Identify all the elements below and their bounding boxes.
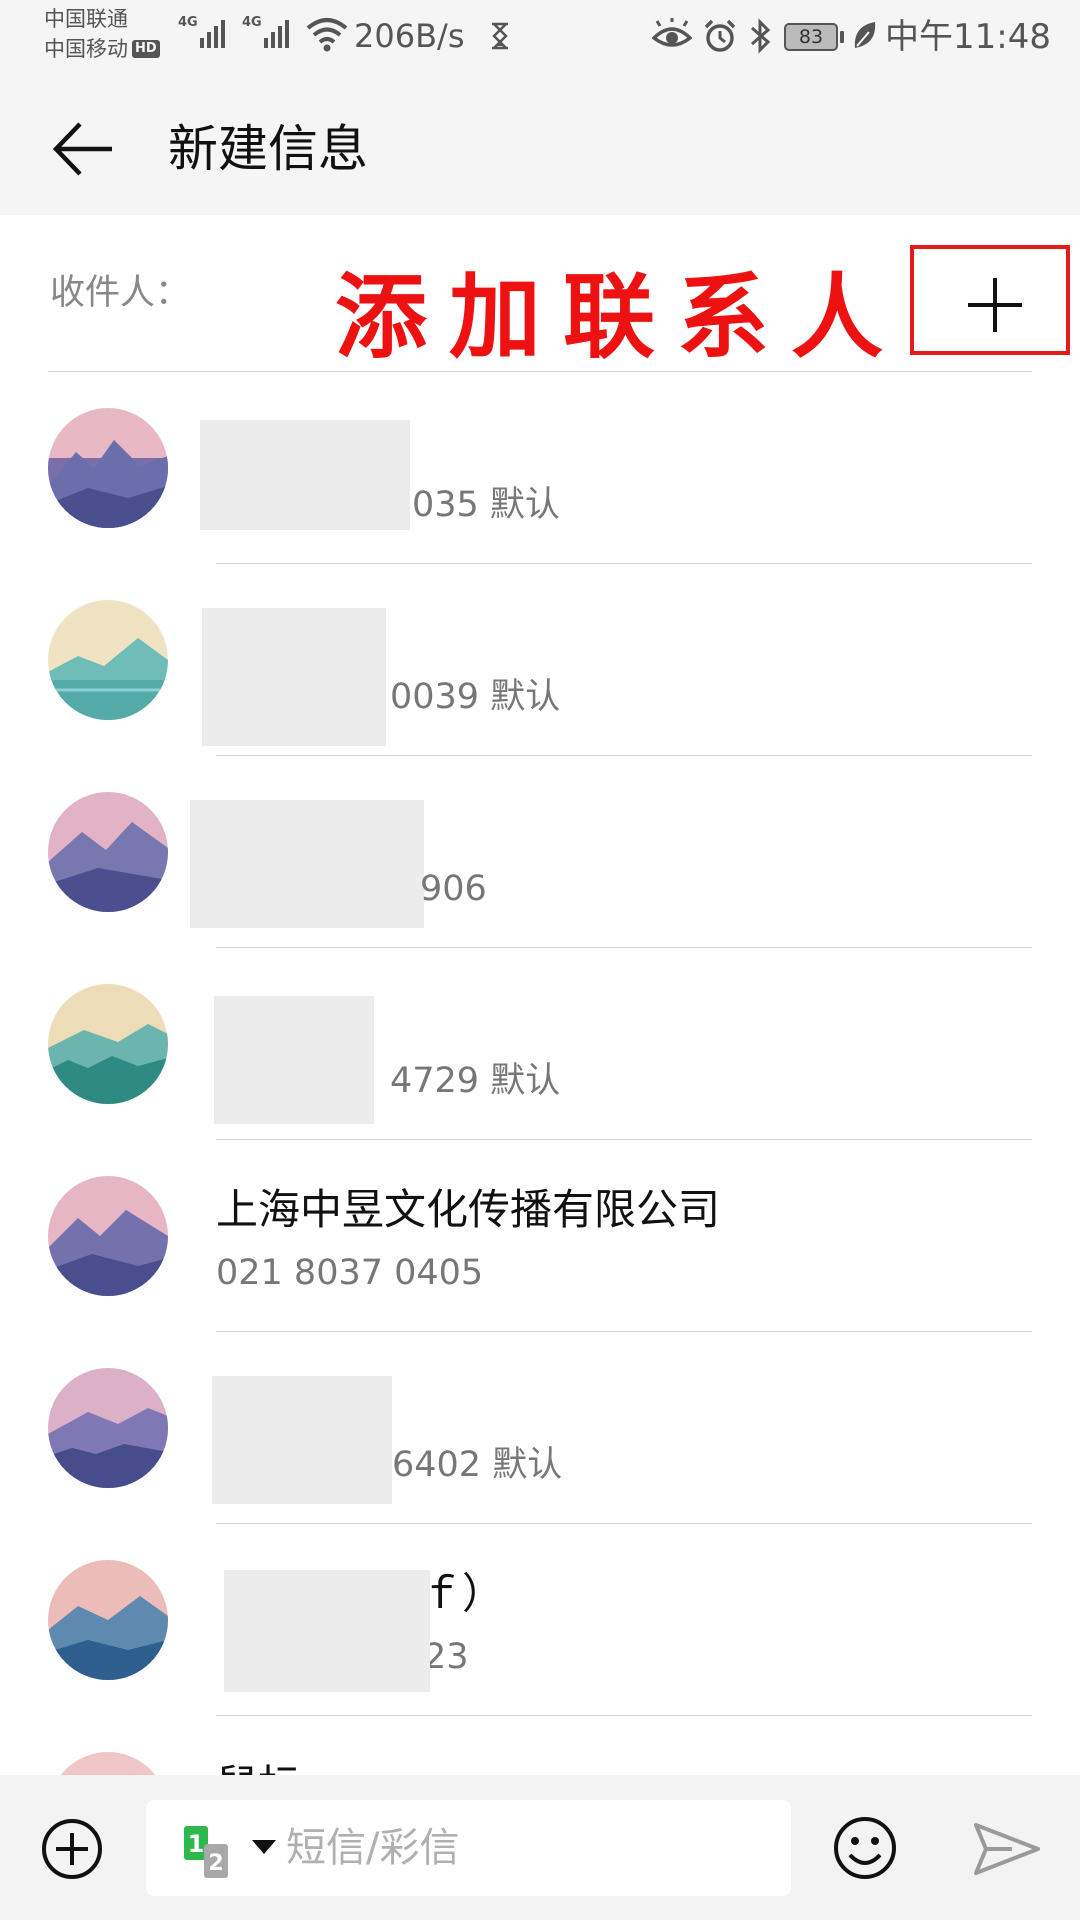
contact-name: ‭ｆ）	[420, 1569, 505, 1618]
hd-badge: HD	[132, 40, 160, 58]
hourglass-icon	[492, 22, 508, 50]
contact-item[interactable]: 上海中昱文化传播有限公司 021 8037 0405	[0, 1140, 1080, 1332]
add-icon[interactable]	[960, 270, 1030, 340]
clock: 中午11:48	[885, 17, 1051, 57]
message-input-box[interactable]: 1 2 短信/彩信	[146, 1800, 791, 1896]
status-bar: 中国联通 中国移动 HD 4G 4G 206B/s 83 中午11:48	[0, 0, 1080, 80]
sim-secondary-label: 2	[208, 1851, 223, 1876]
network-type-2: 4G	[242, 15, 262, 30]
redacted-name	[190, 800, 424, 928]
avatar-pink-mountain	[48, 408, 168, 528]
signal-icon-1: 4G	[178, 16, 225, 48]
contact-item[interactable]: 035 默认	[0, 372, 1080, 564]
eye-comfort-icon	[652, 18, 692, 47]
contact-list[interactable]: 035 默认 0039 默认 906 4729 默认 上海中昱文化传播有限公司 …	[0, 372, 1080, 1775]
dropdown-icon[interactable]	[250, 1838, 278, 1856]
attach-plus-icon[interactable]	[40, 1817, 104, 1881]
contact-name: 鼠标	[216, 1756, 300, 1775]
wifi-icon	[306, 18, 348, 52]
message-composer: 1 2 短信/彩信	[0, 1775, 1080, 1920]
add-contact-annotation: 添加联系人	[335, 264, 906, 371]
contact-phone: 035 默认	[412, 485, 560, 525]
avatar-blue-mountain	[48, 1560, 168, 1680]
contact-phone: 23	[424, 1637, 469, 1677]
network-type-1: 4G	[178, 15, 198, 30]
contact-item[interactable]: 906	[0, 756, 1080, 948]
avatar-teal-lake	[48, 600, 168, 720]
send-icon[interactable]	[972, 1819, 1042, 1879]
contact-item[interactable]: 6402 默认	[0, 1332, 1080, 1524]
avatar-pink-forest	[48, 1368, 168, 1488]
redacted-name	[202, 608, 386, 746]
message-placeholder: 短信/彩信	[286, 1825, 460, 1871]
sim-card-icon[interactable]: 1 2	[182, 1824, 242, 1880]
alarm-icon	[704, 19, 736, 52]
sim-primary-label: 1	[188, 1830, 205, 1858]
recipient-row: 收件人： 添加联系人	[0, 215, 1080, 372]
carrier-name-2: 中国移动	[44, 37, 128, 61]
contact-name: 上海中昱文化传播有限公司	[216, 1185, 721, 1234]
redacted-name	[214, 996, 374, 1124]
contact-phone: 906	[420, 869, 487, 909]
back-arrow-icon[interactable]	[50, 114, 120, 184]
carrier-name-1: 中国联通	[44, 7, 128, 31]
redacted-name	[200, 420, 410, 530]
contact-item[interactable]: 4729 默认	[0, 948, 1080, 1140]
leaf-icon	[854, 22, 876, 48]
carrier-info: 中国联通 中国移动 HD	[44, 4, 160, 64]
battery-level: 83	[784, 23, 838, 51]
page-title: 新建信息	[168, 120, 368, 178]
contact-item[interactable]: ‭ｆ） 23	[0, 1524, 1080, 1716]
avatar-pink-mountain	[48, 1752, 168, 1775]
battery-tip	[840, 31, 844, 43]
contact-phone: 0039 默认	[390, 677, 561, 717]
network-speed: 206B/s	[354, 17, 465, 55]
redacted-name	[224, 1570, 430, 1692]
contact-item[interactable]: 鼠标	[0, 1716, 1080, 1775]
emoji-icon[interactable]	[832, 1815, 898, 1881]
bluetooth-icon	[751, 18, 771, 54]
contact-item[interactable]: 0039 默认	[0, 564, 1080, 756]
contact-phone: 4729 默认	[390, 1061, 561, 1101]
avatar-teal-forest	[48, 984, 168, 1104]
avatar-pink-mountain	[48, 1176, 168, 1296]
contact-phone: 6402 默认	[392, 1445, 563, 1485]
redacted-name	[212, 1376, 392, 1504]
app-bar: 新建信息	[0, 80, 1080, 215]
avatar-pink-mountain	[48, 792, 168, 912]
signal-icon-2: 4G	[242, 16, 289, 48]
recipient-label: 收件人：	[50, 273, 191, 313]
contact-phone: 021 8037 0405	[216, 1253, 484, 1293]
